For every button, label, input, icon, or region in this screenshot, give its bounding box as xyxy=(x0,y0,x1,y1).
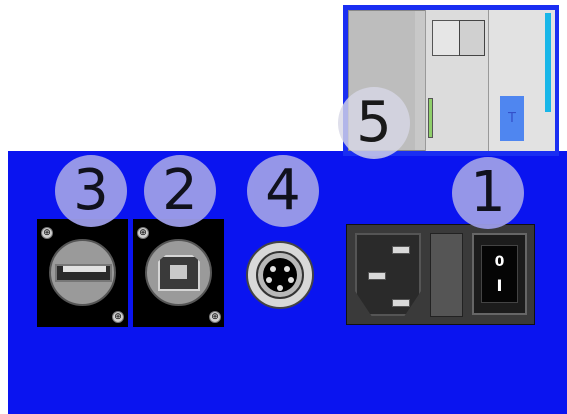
callout-badge-4: 4 xyxy=(247,155,319,227)
device-label: T xyxy=(500,96,524,141)
screw-icon: ⊕ xyxy=(112,311,124,323)
fuse-drawer-icon[interactable] xyxy=(430,233,463,317)
screw-icon: ⊕ xyxy=(137,227,149,239)
iec-inlet-icon[interactable] xyxy=(355,233,421,316)
mini-din-pin xyxy=(288,277,294,283)
mini-din-pin xyxy=(277,285,283,291)
switch-on-label: I xyxy=(496,276,503,295)
status-led-icon xyxy=(428,98,433,138)
mini-din-pin xyxy=(270,266,276,272)
callout-badge-5: 5 xyxy=(338,87,410,159)
usb-b-core xyxy=(170,265,187,279)
mini-din-pin xyxy=(266,277,272,283)
iec-pin-icon xyxy=(392,299,410,307)
callout-badge-1: 1 xyxy=(452,157,524,229)
callout-badge-3: 3 xyxy=(55,155,127,227)
latch-handle-icon[interactable] xyxy=(459,20,485,56)
iec-pin-icon xyxy=(368,272,386,280)
mini-din-pin xyxy=(284,266,290,272)
screw-icon: ⊕ xyxy=(209,311,221,323)
callout-badge-2: 2 xyxy=(144,155,216,227)
indicator-strip-icon xyxy=(545,13,551,112)
usb-a-tongue xyxy=(63,266,106,272)
screw-icon: ⊕ xyxy=(41,227,53,239)
iec-pin-icon xyxy=(392,246,410,254)
switch-off-label: 0 xyxy=(494,254,505,270)
